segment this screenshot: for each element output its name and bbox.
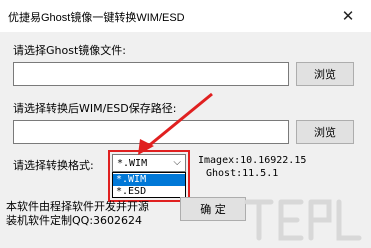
imagex-version: Imagex:10.16922.15: [198, 155, 307, 166]
footer-qq: 装机软件定制QQ:3602624: [6, 214, 143, 227]
confirm-button[interactable]: 确 定: [180, 197, 246, 221]
app-window: 优捷易Ghost镜像一键转换WIM/ESD ✕ 请选择Ghost镜像文件: 浏览…: [0, 0, 371, 248]
ghost-version: Ghost:11.5.1: [206, 168, 279, 179]
watermark-logo-icon: [244, 199, 362, 241]
